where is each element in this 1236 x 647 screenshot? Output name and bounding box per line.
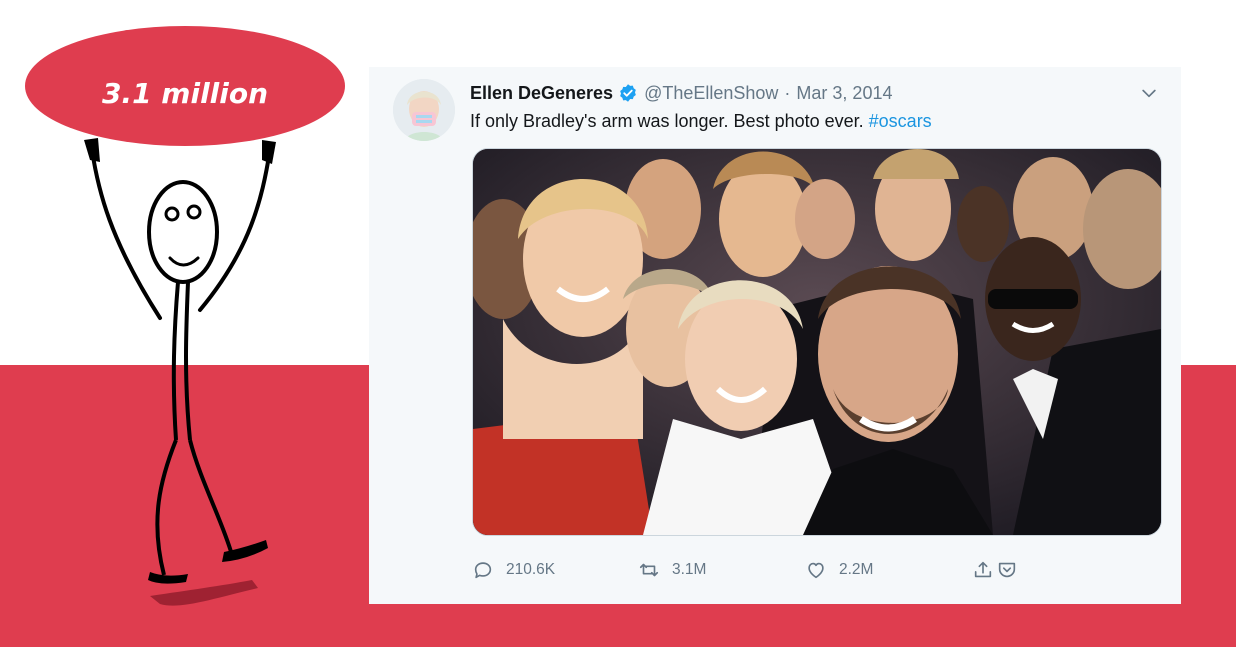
retweet-count: 3.1M [672, 561, 707, 578]
reply-button[interactable]: 210.6K [472, 559, 555, 581]
tweet-date[interactable]: Mar 3, 2014 [796, 83, 892, 104]
share-actions [972, 559, 1018, 581]
author-handle[interactable]: @TheEllenShow [644, 83, 778, 104]
author-name[interactable]: Ellen DeGeneres [470, 83, 613, 104]
hashtag-link[interactable]: #oscars [869, 111, 932, 131]
stick-figure-illustration: 3.1 million [25, 26, 345, 606]
tweet-card: Ellen DeGeneres @TheEllenShow · Mar 3, 2… [369, 67, 1181, 604]
retweet-icon [639, 563, 659, 577]
tweet-text: If only Bradley's arm was longer. Best p… [470, 111, 932, 132]
verified-badge-icon [620, 84, 636, 102]
avatar[interactable] [393, 79, 455, 141]
bubble-text: 3.1 million [102, 77, 268, 110]
heart-icon [808, 562, 824, 579]
like-button[interactable]: 2.2M [805, 559, 873, 581]
header-separator: · [784, 82, 791, 103]
like-count: 2.2M [839, 561, 874, 578]
tweet-header: Ellen DeGeneres @TheEllenShow · Mar 3, 2… [470, 81, 892, 105]
pocket-save-icon[interactable] [996, 559, 1018, 581]
share-icon[interactable] [972, 559, 994, 581]
reply-icon [474, 562, 492, 579]
retweet-button[interactable]: 3.1M [638, 559, 706, 581]
chevron-down-icon[interactable] [1139, 83, 1159, 103]
tweet-body: If only Bradley's arm was longer. Best p… [470, 111, 864, 131]
tweet-actions: 210.6K 3.1M 2.2M [472, 559, 1032, 585]
tweet-photo[interactable] [472, 148, 1162, 536]
reply-count: 210.6K [506, 561, 556, 578]
